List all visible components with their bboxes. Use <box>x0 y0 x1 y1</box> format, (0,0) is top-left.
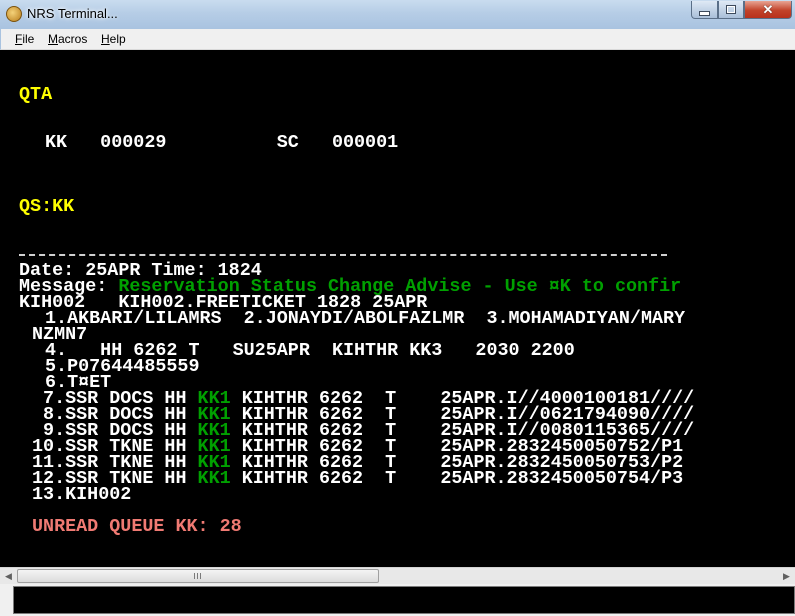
command-area <box>0 584 795 616</box>
menu-help-accel: H <box>101 32 110 46</box>
maximize-button[interactable] <box>718 1 744 19</box>
menu-macros-label: acros <box>58 32 88 46</box>
grip-icon <box>194 573 202 579</box>
scroll-right-arrow-icon[interactable]: ▶ <box>778 568 795 584</box>
app-icon <box>6 6 22 22</box>
ssr-detail: KIHTHR 6262 T 25APR.2832450050754/P3 <box>230 468 684 489</box>
separator-line <box>19 254 667 256</box>
title-bar: NRS Terminal... ✕ <box>0 0 795 30</box>
close-button[interactable]: ✕ <box>744 1 792 19</box>
menu-macros[interactable]: Macros <box>48 32 87 46</box>
horizontal-scrollbar[interactable]: ◀ ▶ <box>0 567 795 584</box>
remark-element: 13.KIH002 <box>32 484 132 505</box>
terminal-screen[interactable]: QTA KK 000029 SC 000001 QS:KK Date: 25AP… <box>0 50 795 567</box>
unread-queue-alert: UNREAD QUEUE KK: 28 <box>32 516 242 537</box>
queue-counts: KK 000029 SC 000001 <box>45 132 399 153</box>
menu-bar: File Macros Help <box>0 29 795 50</box>
menu-help-label: elp <box>109 32 126 46</box>
window-title: NRS Terminal... <box>27 6 118 21</box>
passenger-names: 1.AKBARI/LILAMRS 2.JONAYDI/ABOLFAZLMR 3.… <box>45 308 686 329</box>
command-input[interactable] <box>13 586 795 614</box>
menu-file[interactable]: File <box>15 32 34 46</box>
minimize-button[interactable] <box>691 1 718 19</box>
ssr-status: KK1 <box>197 468 231 489</box>
qta-command: QTA <box>19 84 53 105</box>
menu-file-label: ile <box>22 32 35 46</box>
close-icon: ✕ <box>762 2 774 17</box>
menu-help[interactable]: Help <box>101 32 126 46</box>
minimize-icon <box>699 11 710 16</box>
scroll-left-arrow-icon[interactable]: ◀ <box>0 568 17 584</box>
qs-command: QS:KK <box>19 196 75 217</box>
menu-macros-accel: M <box>48 32 58 46</box>
maximize-icon <box>726 5 736 14</box>
scroll-thumb[interactable] <box>17 569 379 583</box>
